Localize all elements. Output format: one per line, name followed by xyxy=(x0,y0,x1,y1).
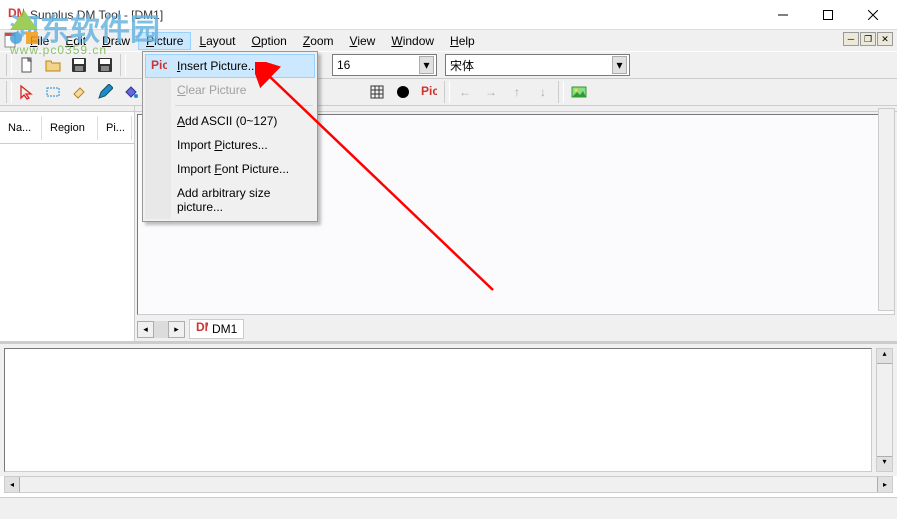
list-header: Na... Region Pi... xyxy=(0,112,134,144)
maximize-button[interactable] xyxy=(805,1,850,29)
save-button[interactable] xyxy=(67,53,91,77)
canvas-tab-dm1[interactable]: DM DM1 xyxy=(189,319,244,339)
document-icon xyxy=(3,32,19,48)
fill-tool[interactable] xyxy=(119,80,143,104)
nav-up-button[interactable]: ↑ xyxy=(505,80,529,104)
menu-zoom[interactable]: Zoom xyxy=(295,32,342,50)
circle-fill-button[interactable] xyxy=(391,80,415,104)
menu-layout[interactable]: Layout xyxy=(191,32,243,50)
nav-left-button[interactable]: ← xyxy=(453,80,477,104)
menu-import-pictures[interactable]: Import Pictures... xyxy=(145,133,315,157)
insert-picture-label: Insert Picture... xyxy=(177,59,258,73)
col-pi[interactable]: Pi... xyxy=(98,116,132,140)
output-vscrollbar[interactable]: ▴ ▾ xyxy=(876,348,893,472)
col-region[interactable]: Region xyxy=(42,116,98,140)
canvas-vscrollbar[interactable] xyxy=(878,108,895,311)
tab-scroll-left[interactable]: ◂ xyxy=(137,321,154,338)
size-combo[interactable]: 16 ▾ xyxy=(332,54,437,76)
nav-right-button[interactable]: → xyxy=(479,80,503,104)
mdi-close-button[interactable]: ✕ xyxy=(877,32,893,46)
mdi-minimize-button[interactable]: ─ xyxy=(843,32,859,46)
select-rect-tool[interactable] xyxy=(41,80,65,104)
statusbar xyxy=(0,497,897,519)
tab-scroll-right[interactable]: ▸ xyxy=(168,321,185,338)
close-button[interactable] xyxy=(850,1,895,29)
picture-dropdown: Pic Insert Picture... Clear Picture Add … xyxy=(142,51,318,222)
tab-icon: DM xyxy=(196,322,208,337)
menu-option[interactable]: Option xyxy=(243,32,294,50)
menu-separator xyxy=(175,105,313,106)
output-pane xyxy=(4,348,872,472)
nav-down-button[interactable]: ↓ xyxy=(531,80,555,104)
app-icon: DM xyxy=(8,7,24,23)
grid-button[interactable] xyxy=(365,80,389,104)
menu-window[interactable]: Window xyxy=(383,32,442,50)
list-body xyxy=(0,144,134,341)
svg-text:DM: DM xyxy=(8,7,24,20)
col-name[interactable]: Na... xyxy=(0,116,42,140)
menu-insert-picture[interactable]: Pic Insert Picture... xyxy=(145,54,315,78)
font-combo-value: 宋体 xyxy=(450,57,612,74)
menu-picture[interactable]: Picture xyxy=(138,32,191,50)
svg-text:Pic: Pic xyxy=(421,84,437,98)
toolbar-draw: Pic ← → ↑ ↓ xyxy=(0,79,897,106)
eraser-tool[interactable] xyxy=(67,80,91,104)
menu-add-ascii[interactable]: Add ASCII (0~127) xyxy=(145,109,315,133)
menu-clear-picture: Clear Picture xyxy=(145,78,315,102)
menubar: File Edit Draw Picture Layout Option Zoo… xyxy=(0,30,897,51)
canvas-tab-label: DM1 xyxy=(212,322,237,336)
menu-file[interactable]: File xyxy=(22,32,57,50)
minimize-button[interactable] xyxy=(760,1,805,29)
mdi-restore-button[interactable]: ❐ xyxy=(860,32,876,46)
canvas-tabbar: ◂ ▸ DM DM1 xyxy=(135,317,897,341)
svg-text:DM: DM xyxy=(196,322,208,334)
size-combo-value: 16 xyxy=(337,58,419,72)
workspace: Na... Region Pi... ◂ ▸ DM DM1 xyxy=(0,106,897,341)
open-button[interactable] xyxy=(41,53,65,77)
svg-text:Pic: Pic xyxy=(151,59,167,72)
image-button[interactable] xyxy=(567,80,591,104)
chevron-down-icon: ▾ xyxy=(612,56,627,74)
picture-icon: Pic xyxy=(151,59,167,75)
tab-scroll-track[interactable] xyxy=(154,321,168,338)
menu-import-font-picture[interactable]: Import Font Picture... xyxy=(145,157,315,181)
menu-edit[interactable]: Edit xyxy=(57,32,94,50)
save-button-2[interactable] xyxy=(93,53,117,77)
font-combo[interactable]: 宋体 ▾ xyxy=(445,54,630,76)
toolbar-main: 16 ▾ 宋体 ▾ xyxy=(0,51,897,79)
pic-button[interactable]: Pic xyxy=(417,80,441,104)
chevron-down-icon: ▾ xyxy=(419,56,434,74)
mdi-controls: ─ ❐ ✕ xyxy=(843,32,893,46)
new-button[interactable] xyxy=(15,53,39,77)
pointer-tool[interactable] xyxy=(15,80,39,104)
menu-draw[interactable]: Draw xyxy=(94,32,138,50)
left-pane: Na... Region Pi... xyxy=(0,106,135,341)
window-title: Sunplus DM Tool - [DM1] xyxy=(30,8,760,22)
output-hscrollbar[interactable]: ◂ ▸ xyxy=(4,476,893,493)
pencil-tool[interactable] xyxy=(93,80,117,104)
titlebar: DM Sunplus DM Tool - [DM1] xyxy=(0,0,897,30)
menu-view[interactable]: View xyxy=(342,32,384,50)
menu-add-arbitrary[interactable]: Add arbitrary size picture... xyxy=(145,181,315,219)
menu-help[interactable]: Help xyxy=(442,32,483,50)
